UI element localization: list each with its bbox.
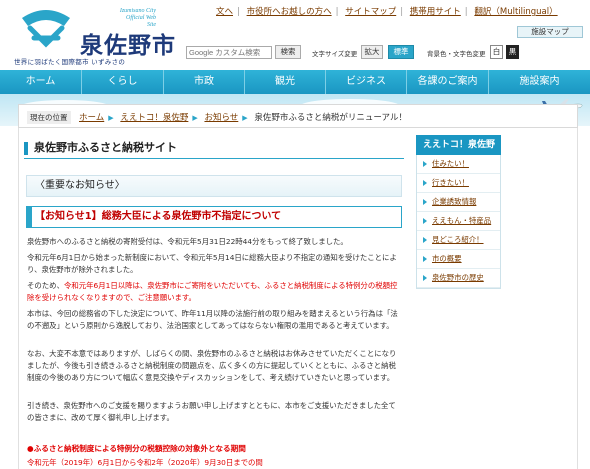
gnav-departments[interactable]: 各課のご案内 — [407, 70, 489, 94]
city-emblem-icon — [22, 10, 70, 48]
toplink-sitemap[interactable]: サイトマップ — [345, 7, 396, 17]
site-logo[interactable]: Izumisano City Official Web Site 泉佐野市 世界… — [14, 6, 194, 66]
search-input[interactable] — [186, 46, 272, 59]
color-change-label: 背景色・文字色変更 — [427, 50, 486, 58]
excluded-period-heading: ●ふるさと納税制度による特例分の税額控除の対象外となる期間 — [27, 444, 246, 453]
gnav-business[interactable]: ビジネス — [326, 70, 407, 94]
breadcrumb-label: 現在の位置 — [27, 111, 71, 124]
toplink-translate[interactable]: 翻訳（Multilingual） — [474, 7, 557, 17]
notice-heading: 〈重要なお知らせ〉 — [26, 175, 402, 197]
sidebar-menu: 住みたい！ 行きたい！ 企業誘致情報 ええもん・特産品 見どころ紹介！ 市の概要… — [416, 155, 501, 289]
breadcrumb: 現在の位置 ホーム ▶ ええトコ！泉佐野 ▶ お知らせ ▶ 泉佐野市ふるさと納税がリニ… — [18, 104, 578, 128]
arrow-right-icon — [423, 218, 427, 224]
breadcrumb-home[interactable]: ホーム — [79, 113, 104, 123]
gnav-home[interactable]: ホーム — [0, 70, 82, 94]
excluded-period-dates: 令和元年（2019年）6月1日から令和2年（2020年）9月30日までの間 — [27, 458, 263, 467]
city-slogan: 世界に羽ばたく国際都市 いずみさの — [14, 58, 126, 66]
sidebar-item-products[interactable]: ええもん・特産品 — [417, 212, 500, 231]
sidebar-item-visit[interactable]: 行きたい！ — [417, 174, 500, 193]
arrow-right-icon — [423, 275, 427, 281]
breadcrumb-current: 泉佐野市ふるさと納税がリニューアル！ — [254, 113, 407, 123]
toplink-body[interactable]: 文へ — [216, 7, 233, 17]
paragraph-end-of-donations: 泉佐野市へのふるさと納税の寄附受付は、令和元年5月31日22時44分をもって終了… — [27, 237, 348, 246]
font-size-label: 文字サイズ変更 — [312, 50, 358, 58]
site-header: Izumisano City Official Web Site 泉佐野市 世界… — [0, 0, 590, 70]
arrow-right-icon — [423, 180, 427, 186]
search-button[interactable]: 検索 — [275, 45, 301, 59]
paragraph-tax-warning: そのため、令和元年6月1日以降は、泉佐野市にご寄附をいただいても、ふるさと納税制… — [27, 281, 398, 302]
sidebar-item-sights[interactable]: 見どころ紹介！ — [417, 231, 500, 250]
chevron-right-icon: ▶ — [242, 114, 248, 122]
sidebar-title: ええトコ！泉佐野 — [416, 135, 501, 155]
paragraph-excluded: 令和元年6月1日から始まった新制度において、令和元年5月14日に総務大臣より不指… — [27, 253, 397, 274]
global-nav: ホーム くらし 市政 観光 ビジネス 各課のご案内 施設案内 — [0, 70, 590, 94]
paragraph-thanks: 引き続き、泉佐野市へのご支援を賜りますようお願い申し上げますとともに、本市をご支… — [27, 401, 396, 422]
toplink-mobile[interactable]: 携帯用サイト — [410, 7, 461, 17]
arrow-right-icon — [423, 161, 427, 167]
top-links: 文へ | 市役所へお越しの方へ | サイトマップ | 携帯用サイト | 翻訳（Multi… — [216, 7, 558, 17]
gnav-city-admin[interactable]: 市政 — [164, 70, 245, 94]
breadcrumb-notices[interactable]: お知らせ — [204, 113, 238, 123]
arrow-right-icon — [423, 199, 427, 205]
color-white-button[interactable]: 白 — [490, 45, 503, 59]
notice-1-heading: 【お知らせ1】総務大臣による泉佐野市不指定について — [26, 206, 402, 228]
chevron-right-icon: ▶ — [192, 114, 198, 122]
page-title: 泉佐野市ふるさと納税サイト — [24, 139, 404, 159]
gnav-tourism[interactable]: 観光 — [245, 70, 326, 94]
sidebar-item-overview[interactable]: 市の概要 — [417, 250, 500, 269]
breadcrumb-eetoko[interactable]: ええトコ！泉佐野 — [120, 113, 188, 123]
font-size-large-button[interactable]: 拡大 — [361, 45, 383, 59]
paragraph-city-position: 本市は、今回の総務省の下した決定について、昨年11月以降の法施行前の取り組みを踏… — [27, 309, 398, 330]
chevron-right-icon: ▶ — [108, 114, 114, 122]
gnav-facilities[interactable]: 施設案内 — [489, 70, 590, 94]
gnav-living[interactable]: くらし — [82, 70, 164, 94]
logo-japanese: 泉佐野市 — [80, 32, 176, 59]
paragraph-suspension: なお、大変不本意ではありますが、しばらくの間、泉佐野市のふるさと納税はお休みさせ… — [27, 349, 397, 382]
sidebar-item-history[interactable]: 泉佐野市の歴史 — [417, 269, 500, 288]
sidebar-item-live[interactable]: 住みたい！ — [417, 155, 500, 174]
color-black-button[interactable]: 黒 — [506, 45, 519, 59]
toplink-visitors[interactable]: 市役所へお越しの方へ — [247, 7, 332, 17]
sidebar-item-business[interactable]: 企業誘致情報 — [417, 193, 500, 212]
arrow-right-icon — [423, 237, 427, 243]
arrow-right-icon — [423, 256, 427, 262]
font-size-standard-button[interactable]: 標準 — [388, 45, 414, 59]
facility-map-button[interactable]: 施設マップ — [517, 26, 583, 38]
